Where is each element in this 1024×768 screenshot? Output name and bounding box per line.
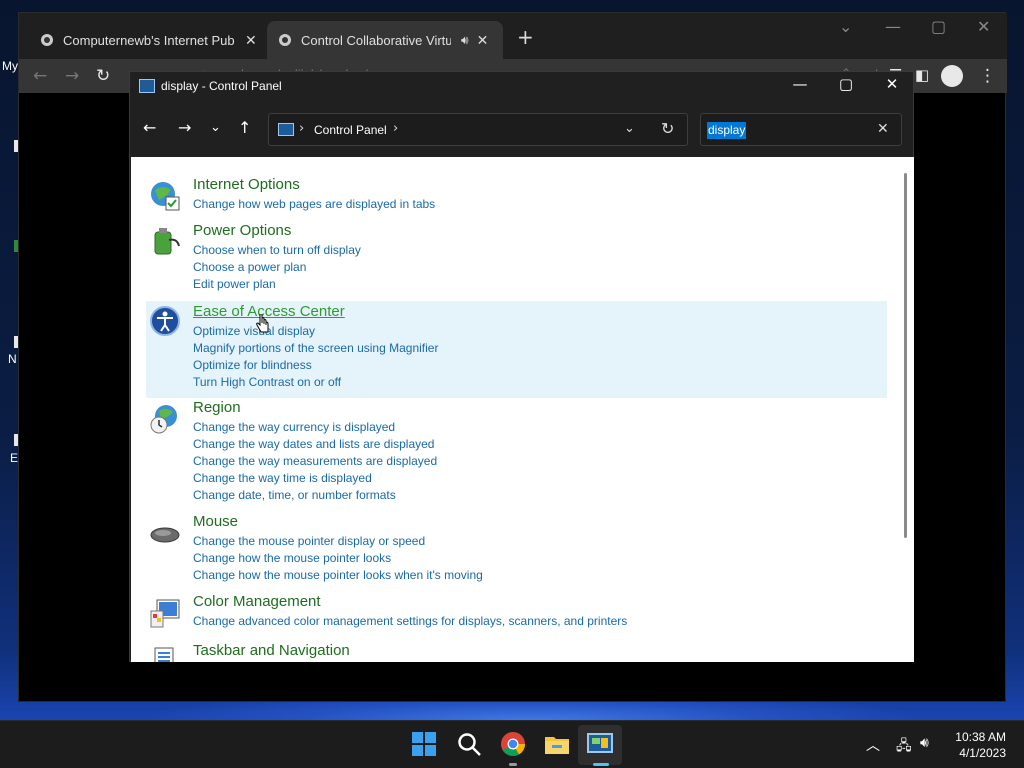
recent-locations-icon[interactable]: ⌄ [210, 120, 221, 135]
control-panel-icon [139, 79, 155, 93]
chrome-icon[interactable] [500, 731, 526, 757]
tab-audio-icon[interactable]: 🔊︎ [461, 33, 469, 48]
desktop-icon-label[interactable]: My [2, 59, 18, 73]
browser-tab-active[interactable]: Control Collaborative Virtual 🔊︎ ✕ [267, 21, 503, 59]
chevron-right-icon[interactable]: › [393, 121, 398, 136]
result-link[interactable]: Change how web pages are displayed in ta… [193, 197, 435, 211]
result-link[interactable]: Change the way dates and lists are displ… [193, 437, 434, 451]
browser-tab[interactable]: Computernewb's Internet Pub Hub ✕ [29, 21, 267, 59]
result-link[interactable]: Change how the mouse pointer looks [193, 551, 391, 565]
refresh-icon[interactable]: ↻ [661, 119, 674, 138]
result-link[interactable]: Change the way measurements are displaye… [193, 454, 437, 468]
control-panel-window: display - Control Panel — ▢ ✕ ← → ⌄ ↑ › … [129, 71, 914, 662]
window-title: display - Control Panel [161, 79, 282, 93]
result-internet-options: Internet Options Change how web pages ar… [146, 176, 887, 216]
result-link[interactable]: Optimize for blindness [193, 358, 312, 372]
chevron-down-icon[interactable]: ⌄ [624, 121, 635, 136]
result-link[interactable]: Change the mouse pointer display or spee… [193, 534, 425, 548]
tab-close-icon[interactable]: ✕ [477, 32, 489, 49]
forward-icon[interactable]: → [65, 66, 79, 86]
desktop-icon-label[interactable]: N [8, 352, 17, 366]
result-mouse: Mouse Change the mouse pointer display o… [146, 513, 887, 583]
network-icon[interactable]: 🖧︎ [896, 735, 912, 759]
collabvm-favicon-icon [279, 34, 291, 46]
internet-options-icon [151, 182, 180, 211]
result-title[interactable]: Mouse [193, 513, 238, 530]
tab-search-icon[interactable]: ⌄ [839, 17, 852, 36]
taskbar-navigation-icon [154, 647, 174, 662]
result-link[interactable]: Optimize visual display [193, 324, 315, 338]
hand-cursor-icon [256, 314, 269, 333]
tab-close-icon[interactable]: ✕ [245, 32, 257, 49]
close-icon[interactable]: ✕ [869, 75, 915, 93]
result-title[interactable]: Region [193, 399, 241, 416]
desktop-icon-label[interactable]: E [10, 451, 18, 465]
result-color-management: Color Management Change advanced color m… [146, 593, 887, 633]
result-taskbar-navigation: Taskbar and Navigation [146, 642, 887, 662]
result-link[interactable]: Change date, time, or number formats [193, 488, 396, 502]
menu-icon[interactable]: ⋮ [979, 66, 996, 86]
scrollbar[interactable] [904, 173, 907, 538]
result-region: Region Change the way currency is displa… [146, 399, 887, 502]
control-panel-icon[interactable] [587, 731, 613, 757]
power-options-icon [154, 228, 180, 255]
result-link[interactable]: Change the way time is displayed [193, 471, 372, 485]
profile-avatar[interactable] [941, 65, 963, 87]
close-icon[interactable]: ✕ [977, 17, 990, 36]
forward-icon[interactable]: → [178, 118, 191, 137]
result-link[interactable]: Choose a power plan [193, 260, 306, 274]
result-title[interactable]: Internet Options [193, 176, 300, 193]
start-windows-icon[interactable] [411, 731, 437, 757]
maximize-icon[interactable]: ▢ [823, 75, 869, 93]
file-explorer-icon[interactable] [544, 731, 570, 757]
reload-icon[interactable]: ↻ [96, 66, 110, 86]
ease-of-access-icon [150, 306, 180, 336]
browser-tab-strip: Computernewb's Internet Pub Hub ✕ Contro… [19, 13, 1007, 59]
volume-icon[interactable]: 🔊︎ [920, 735, 929, 751]
result-title[interactable]: Color Management [193, 593, 321, 610]
browser-tab-title: Control Collaborative Virtual [301, 32, 451, 48]
result-link[interactable]: Magnify portions of the screen using Mag… [193, 341, 438, 355]
title-bar: display - Control Panel — ▢ ✕ [130, 72, 915, 102]
breadcrumb[interactable]: Control Panel [314, 123, 387, 137]
search-icon[interactable] [456, 731, 482, 757]
clock-date: 4/1/2023 [959, 746, 1006, 760]
chevron-right-icon[interactable]: › [299, 121, 304, 136]
computernewb-favicon-icon [41, 34, 53, 46]
running-indicator [509, 763, 517, 766]
browser-tab-title: Computernewb's Internet Pub Hub [63, 32, 237, 48]
result-link[interactable]: Change advanced color management setting… [193, 614, 627, 628]
minimize-icon[interactable]: — [777, 75, 823, 93]
clock-time: 10:38 AM [955, 730, 1006, 744]
search-box[interactable]: display ✕ [700, 113, 902, 146]
result-link[interactable]: Edit power plan [193, 277, 276, 291]
result-link[interactable]: Change the way currency is displayed [193, 420, 395, 434]
region-icon [150, 405, 177, 434]
active-indicator [593, 763, 609, 766]
back-icon[interactable]: ← [143, 118, 156, 137]
navigation-bar: ← → ⌄ ↑ › Control Panel › ⌄ ↻ display ✕ [130, 102, 915, 157]
result-link[interactable]: Choose when to turn off display [193, 243, 361, 257]
result-power-options: Power Options Choose when to turn off di… [146, 222, 887, 292]
chevron-up-icon[interactable]: ︿ [866, 735, 880, 755]
result-link[interactable]: Change how the mouse pointer looks when … [193, 568, 483, 582]
side-panel-icon[interactable]: ◧ [915, 66, 929, 84]
result-link[interactable]: Turn High Contrast on or off [193, 375, 341, 389]
search-input[interactable]: display [707, 122, 747, 139]
result-title[interactable]: Power Options [193, 222, 291, 239]
color-management-icon [150, 599, 180, 628]
minimize-icon[interactable]: — [885, 17, 901, 36]
address-bar[interactable]: › Control Panel › ⌄ ↻ [268, 113, 688, 146]
maximize-icon[interactable]: ▢ [931, 17, 946, 36]
clock[interactable]: 10:38 AM 4/1/2023 [950, 729, 1006, 761]
new-tab-button[interactable]: + [517, 25, 534, 49]
mouse-icon [150, 527, 180, 543]
up-icon[interactable]: ↑ [238, 118, 251, 137]
result-title[interactable]: Taskbar and Navigation [193, 642, 350, 659]
back-icon[interactable]: ← [33, 66, 47, 86]
taskbar: ︿ 🖧︎ 🔊︎ 10:38 AM 4/1/2023 [0, 720, 1024, 768]
control-panel-icon [278, 123, 294, 136]
clear-search-icon[interactable]: ✕ [877, 121, 889, 137]
results-pane: Internet Options Change how web pages ar… [131, 157, 914, 662]
